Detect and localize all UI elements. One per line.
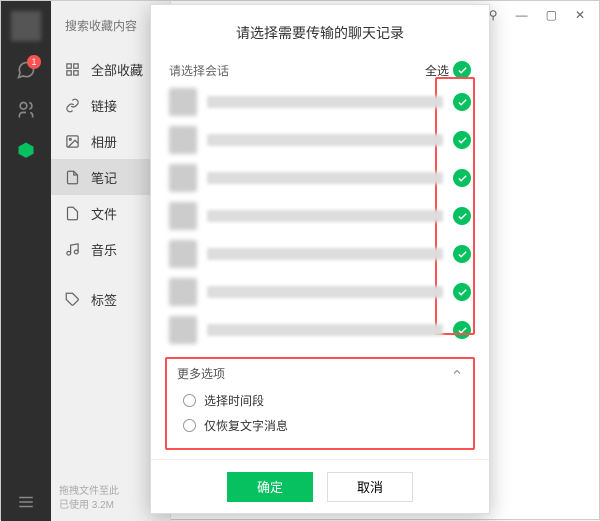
grid-icon	[63, 62, 81, 77]
file-icon	[63, 206, 81, 221]
favorites-icon[interactable]	[15, 139, 37, 161]
check-icon[interactable]	[453, 321, 471, 339]
chat-icon[interactable]: 1	[15, 59, 37, 81]
more-label: 更多选项	[177, 365, 225, 382]
avatar	[169, 126, 197, 154]
pin-icon[interactable]: ⚲	[489, 8, 498, 22]
image-icon	[63, 134, 81, 149]
menu-icon[interactable]	[1, 493, 51, 511]
minimize-icon[interactable]: —	[516, 8, 528, 22]
chat-name	[207, 172, 443, 184]
cat-label: 标签	[91, 290, 117, 309]
check-icon[interactable]	[453, 283, 471, 301]
check-icon[interactable]	[453, 245, 471, 263]
chat-row[interactable]	[165, 199, 475, 233]
avatar	[169, 316, 197, 344]
dialog-footer: 确定 取消	[151, 459, 489, 513]
avatar[interactable]	[11, 11, 41, 41]
music-icon	[63, 242, 81, 257]
opt-text-only[interactable]: 仅恢复文字消息	[177, 413, 463, 438]
dialog-title: 请选择需要传输的聊天记录	[151, 5, 489, 57]
close-icon[interactable]: ✕	[575, 8, 585, 22]
opt-time-range[interactable]: 选择时间段	[177, 388, 463, 413]
chat-row[interactable]	[165, 123, 475, 157]
cat-label: 全部收藏	[91, 60, 143, 79]
cat-label: 相册	[91, 132, 117, 151]
more-options-box: 更多选项 选择时间段 仅恢复文字消息	[165, 357, 475, 450]
radio-icon	[183, 419, 196, 432]
transfer-dialog: 请选择需要传输的聊天记录 请选择会话 全选 更多选项	[150, 4, 490, 514]
check-icon	[453, 61, 471, 79]
radio-icon	[183, 394, 196, 407]
check-icon[interactable]	[453, 169, 471, 187]
chat-row[interactable]	[165, 313, 475, 347]
footer-hint: 拖拽文件至此 已使用 3.2M	[59, 485, 162, 513]
cat-label: 笔记	[91, 168, 117, 187]
chat-row[interactable]	[165, 275, 475, 309]
check-icon[interactable]	[453, 207, 471, 225]
avatar	[169, 88, 197, 116]
avatar	[169, 278, 197, 306]
choose-label: 请选择会话	[169, 62, 229, 79]
cancel-button[interactable]: 取消	[327, 472, 413, 502]
cat-label: 音乐	[91, 240, 117, 259]
select-all[interactable]: 全选	[425, 61, 471, 79]
contacts-icon[interactable]	[15, 99, 37, 121]
check-icon[interactable]	[453, 93, 471, 111]
ok-button[interactable]: 确定	[227, 472, 313, 502]
chat-row[interactable]	[165, 237, 475, 271]
cat-label: 文件	[91, 204, 117, 223]
chat-name	[207, 96, 443, 108]
check-icon[interactable]	[453, 131, 471, 149]
chevron-up-icon[interactable]	[451, 366, 463, 381]
chat-row[interactable]	[165, 85, 475, 119]
note-icon	[63, 170, 81, 185]
chat-name	[207, 134, 443, 146]
unread-badge: 1	[27, 55, 41, 69]
chat-list	[165, 85, 475, 347]
tag-icon	[63, 292, 81, 307]
left-rail: 1	[1, 1, 51, 521]
maximize-icon[interactable]: ▢	[546, 8, 557, 22]
chat-name	[207, 248, 443, 260]
link-icon	[63, 98, 81, 113]
cat-label: 链接	[91, 96, 117, 115]
chat-name	[207, 286, 443, 298]
chat-name	[207, 324, 443, 336]
chat-row[interactable]	[165, 161, 475, 195]
avatar	[169, 240, 197, 268]
avatar	[169, 202, 197, 230]
avatar	[169, 164, 197, 192]
chat-name	[207, 210, 443, 222]
